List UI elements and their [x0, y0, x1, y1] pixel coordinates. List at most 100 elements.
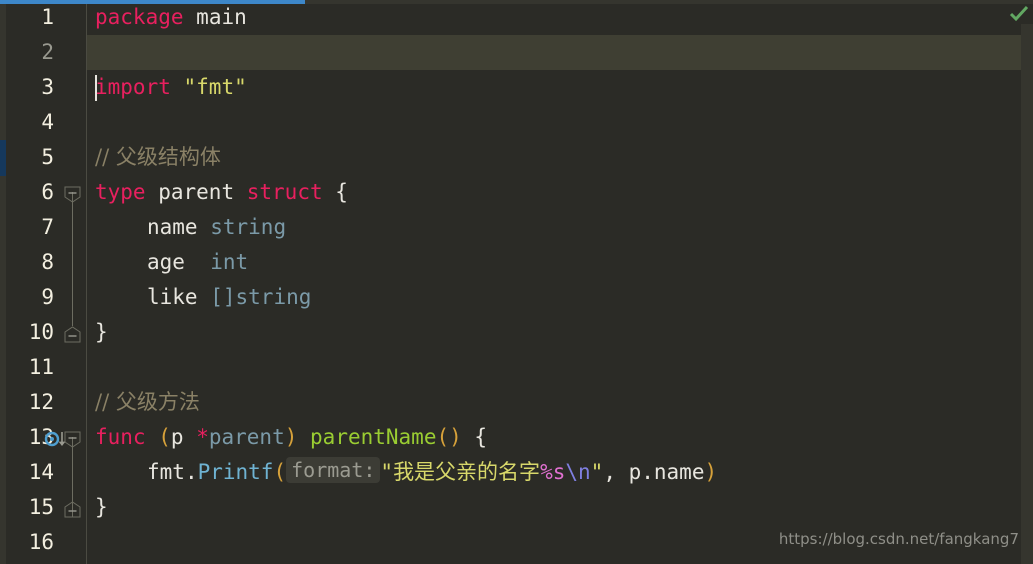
code-line-13[interactable]: func (p *parent) parentName() { [95, 420, 487, 455]
token-dot: . [184, 460, 198, 484]
token-keyword-import: import [95, 75, 171, 99]
progress-bar [0, 0, 1033, 4]
code-editor[interactable]: 1 package main 2 3 import "fmt" 4 5 // 父… [0, 0, 1033, 564]
token-method-printf: Printf [197, 460, 274, 484]
code-line-14[interactable]: fmt.Printf(format: "我是父亲的名字%s\n", p.name) [147, 455, 717, 490]
line-number[interactable]: 5 [6, 140, 54, 175]
token-paren-close: ) [704, 460, 718, 484]
token-keyword-package: package [95, 5, 184, 29]
token-argument: p.name [628, 460, 705, 484]
editor-row-current[interactable]: 2 [0, 35, 1033, 101]
token-quote-open: " [380, 460, 394, 484]
code-line-8[interactable]: age int [147, 245, 248, 280]
line-number[interactable]: 9 [6, 280, 54, 315]
editor-row[interactable]: 15 } [0, 490, 1033, 525]
editor-row[interactable]: 12 // 父级方法 [0, 385, 1033, 420]
token-comma: , [603, 460, 629, 484]
token-package-ref: fmt [147, 460, 185, 484]
token-struct-name: parent [158, 180, 235, 204]
implementing-method-icon[interactable] [44, 430, 70, 450]
token-field-type: int [210, 250, 249, 274]
line-number[interactable]: 3 [6, 70, 54, 105]
line-number[interactable]: 7 [6, 210, 54, 245]
token-field-name: like [147, 285, 198, 309]
progress-bar-fill [0, 0, 305, 4]
token-quote-close: " [590, 460, 604, 484]
vertical-scrollbar[interactable] [1021, 24, 1033, 564]
token-paren-open: ( [158, 425, 171, 449]
token-field-type: []string [210, 285, 312, 309]
line-number[interactable]: 11 [6, 350, 54, 385]
editor-row[interactable]: 5 // 父级结构体 [0, 140, 1033, 175]
editor-row[interactable]: 8 age int [0, 245, 1033, 280]
gutter-separator [86, 0, 87, 564]
editor-row[interactable]: 6 type parent struct { [0, 175, 1033, 210]
editor-row[interactable]: 11 [0, 350, 1033, 385]
line-number[interactable]: 6 [6, 175, 54, 210]
token-escape-newline: \n [565, 460, 591, 484]
editor-row[interactable]: 14 fmt.Printf(format: "我是父亲的名字%s\n", p.na… [0, 455, 1033, 490]
editor-row[interactable]: 10 } [0, 315, 1033, 350]
text-caret [95, 75, 97, 101]
token-string-cjk: 我是父亲的名字 [393, 460, 541, 484]
token-paren-close: ) [284, 425, 298, 449]
line-number[interactable]: 8 [6, 245, 54, 280]
fold-gutter[interactable] [60, 0, 86, 564]
line-number[interactable]: 14 [6, 455, 54, 490]
code-line-9[interactable]: like []string [147, 280, 311, 315]
current-line-highlight [0, 35, 1033, 70]
line-number[interactable]: 2 [6, 35, 54, 70]
line-number[interactable]: 1 [6, 0, 54, 35]
code-line-15: } [95, 495, 108, 519]
fold-region-line-struct [72, 192, 73, 326]
line-number[interactable]: 12 [6, 385, 54, 420]
code-line-10: } [95, 320, 108, 344]
code-line-6[interactable]: type parent struct { [95, 175, 348, 210]
token-paren-open: ( [273, 460, 287, 484]
line-number[interactable]: 10 [6, 315, 54, 350]
watermark: https://blog.csdn.net/fangkang7 [778, 530, 1019, 548]
line-number[interactable]: 15 [6, 490, 54, 525]
token-keyword-type: type [95, 180, 146, 204]
token-format-specifier: %s [540, 460, 566, 484]
code-line-7[interactable]: name string [147, 210, 286, 245]
token-receiver-type: parent [208, 425, 285, 449]
line-number[interactable]: 16 [6, 525, 54, 560]
token-receiver-name: p [170, 425, 184, 449]
code-line-12: // 父级方法 [95, 390, 200, 414]
token-keyword-func: func [95, 425, 146, 449]
editor-row[interactable]: 9 like []string [0, 280, 1033, 315]
editor-row[interactable]: 13 func (p *parent) parentName() { [0, 420, 1033, 455]
token-package-name: main [196, 5, 247, 29]
code-line-1[interactable]: package main [95, 0, 247, 35]
token-import-path: "fmt" [183, 75, 247, 99]
token-param-parens: () [436, 425, 462, 449]
fold-marker-line-6[interactable] [64, 186, 81, 203]
code-line-3[interactable]: import "fmt" [95, 70, 247, 105]
token-brace-open: { [335, 180, 348, 204]
code-line-5: // 父级结构体 [95, 145, 221, 169]
token-field-name: name [147, 215, 198, 239]
editor-row[interactable]: 4 [0, 105, 1033, 140]
token-function-name: parentName [310, 425, 437, 449]
line-number[interactable]: 4 [6, 105, 54, 140]
fold-marker-line-15[interactable] [64, 501, 81, 518]
editor-row[interactable]: 7 name string [0, 210, 1033, 245]
editor-row[interactable]: 1 package main [0, 0, 1033, 35]
check-icon[interactable] [1009, 4, 1029, 24]
token-brace-open: { [474, 425, 488, 449]
fold-marker-line-10[interactable] [64, 326, 81, 343]
inlay-hint-format[interactable]: format: [286, 457, 381, 483]
editor-row[interactable]: 3 import "fmt" [0, 70, 1033, 105]
